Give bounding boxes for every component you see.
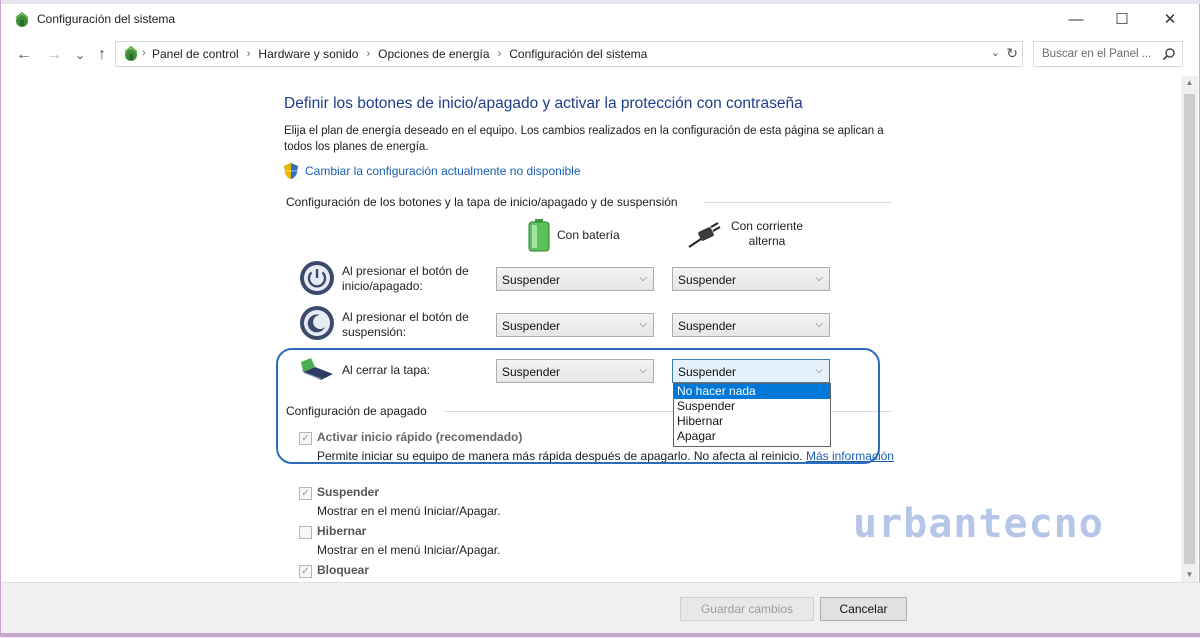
hibernate-menu-checkbox[interactable] xyxy=(299,526,312,539)
cancel-button[interactable]: Cancelar xyxy=(820,597,907,621)
address-bar[interactable]: › Panel de control › Hardware y sonido ›… xyxy=(115,41,1023,67)
forward-button[interactable]: → xyxy=(43,44,65,66)
close-lid-ac-dropdown-list[interactable]: No hacer nada Suspender Hibernar Apagar xyxy=(673,383,831,447)
divider xyxy=(704,202,892,203)
sleep-button-battery-select[interactable]: Suspender ⌵ xyxy=(496,313,654,337)
maximize-icon: ☐ xyxy=(1115,11,1129,28)
breadcrumb-item[interactable]: Opciones de energía xyxy=(378,47,489,61)
dropdown-option[interactable]: No hacer nada xyxy=(674,384,830,399)
arrow-left-icon: ← xyxy=(16,46,32,63)
power-button-icon xyxy=(300,261,334,295)
recent-locations-button[interactable]: ⌄ xyxy=(69,44,91,66)
chevron-down-icon[interactable]: ⌄ xyxy=(991,46,1000,59)
scroll-down-icon[interactable]: ▼ xyxy=(1181,568,1198,582)
select-value: Suspender xyxy=(502,273,561,287)
chevron-right-icon: › xyxy=(142,47,146,59)
chevron-right-icon: › xyxy=(246,48,251,60)
search-icon[interactable] xyxy=(1162,47,1176,61)
lock-menu-checkbox[interactable]: ✓ xyxy=(299,565,312,578)
check-icon: ✓ xyxy=(301,488,310,499)
control-panel-icon xyxy=(15,11,29,27)
lock-menu-label: Bloquear xyxy=(317,563,370,577)
chevron-right-icon: › xyxy=(366,48,371,60)
check-icon: ✓ xyxy=(301,566,310,577)
battery-icon xyxy=(528,219,550,252)
column-ac: Con corriente alterna xyxy=(730,219,804,248)
minimize-icon: — xyxy=(1068,10,1084,28)
scroll-up-icon[interactable]: ▲ xyxy=(1181,76,1198,90)
chevron-down-icon: ⌵ xyxy=(639,273,647,284)
arrow-right-icon: → xyxy=(46,46,62,63)
chevron-down-icon: ⌵ xyxy=(639,319,647,330)
hibernate-menu-label: Hibernar xyxy=(317,524,367,538)
control-panel-icon xyxy=(124,45,138,61)
search-placeholder: Buscar en el Panel ... xyxy=(1042,48,1152,60)
dropdown-option[interactable]: Hibernar xyxy=(674,414,830,429)
search-input[interactable]: Buscar en el Panel ... xyxy=(1033,41,1183,67)
refresh-icon[interactable]: ↻ xyxy=(1006,45,1018,62)
footer-bar: Guardar cambios Cancelar xyxy=(1,582,1200,638)
chevron-down-icon: ⌵ xyxy=(815,319,823,330)
dropdown-option[interactable]: Apagar xyxy=(674,429,830,444)
page-description: Elija el plan de energía deseado en el e… xyxy=(284,125,884,153)
breadcrumb-item[interactable]: Hardware y sonido xyxy=(258,47,358,61)
sleep-button-ac-select[interactable]: Suspender ⌵ xyxy=(672,313,830,337)
chevron-right-icon: › xyxy=(497,48,502,60)
row-label-power-button: Al presionar el botón de inicio/apagado: xyxy=(342,264,469,293)
arrow-up-icon: ↑ xyxy=(98,46,106,63)
up-button[interactable]: ↑ xyxy=(91,44,113,66)
save-changes-button[interactable]: Guardar cambios xyxy=(680,597,814,621)
chevron-down-icon: ⌄ xyxy=(74,48,86,62)
back-button[interactable]: ← xyxy=(13,44,35,66)
power-button-ac-select[interactable]: Suspender ⌵ xyxy=(672,267,830,291)
vertical-scrollbar[interactable]: ▲ ▼ xyxy=(1181,76,1198,582)
maximize-button[interactable]: ☐ xyxy=(1099,4,1145,34)
row-label-sleep-button: Al presionar el botón de suspensión: xyxy=(342,310,469,339)
title-bar: Configuración del sistema — ☐ ✕ xyxy=(1,4,1200,36)
scrollbar-thumb[interactable] xyxy=(1184,94,1195,564)
shield-icon xyxy=(284,163,298,179)
window-title: Configuración del sistema xyxy=(37,12,176,26)
breadcrumb-item[interactable]: Panel de control xyxy=(152,47,239,61)
power-button-battery-select[interactable]: Suspender ⌵ xyxy=(496,267,654,291)
select-value: Suspender xyxy=(678,273,737,287)
close-icon: ✕ xyxy=(1163,11,1177,28)
column-battery: Con batería xyxy=(557,228,620,242)
section-buttons-title: Configuración de los botones y la tapa d… xyxy=(286,195,678,209)
close-button[interactable]: ✕ xyxy=(1147,4,1193,34)
chevron-down-icon: ⌵ xyxy=(815,273,823,284)
select-value: Suspender xyxy=(502,319,561,333)
main-content: Definir los botones de inicio/apagado y … xyxy=(1,76,1200,588)
watermark: urbantecno xyxy=(853,501,1104,547)
breadcrumb-item[interactable]: Configuración del sistema xyxy=(509,47,647,61)
address-row: ← → ⌄ ↑ › Panel de control › Hardware y … xyxy=(1,38,1200,72)
breadcrumb: Panel de control › Hardware y sonido › O… xyxy=(152,47,647,61)
window: Configuración del sistema — ☐ ✕ ← → ⌄ ↑ … xyxy=(0,0,1200,638)
change-settings-link[interactable]: Cambiar la configuración actualmente no … xyxy=(305,164,581,178)
select-value: Suspender xyxy=(678,319,737,333)
sleep-menu-checkbox[interactable]: ✓ xyxy=(299,487,312,500)
bottom-border xyxy=(1,633,1200,637)
hibernate-menu-description: Mostrar en el menú Iniciar/Apagar. xyxy=(317,543,501,557)
page-title: Definir los botones de inicio/apagado y … xyxy=(284,95,803,112)
minimize-button[interactable]: — xyxy=(1053,4,1099,34)
sleep-button-icon xyxy=(300,306,334,340)
sleep-menu-description: Mostrar en el menú Iniciar/Apagar. xyxy=(317,504,501,518)
power-plug-icon xyxy=(688,222,721,248)
dropdown-option[interactable]: Suspender xyxy=(674,399,830,414)
sleep-menu-label: Suspender xyxy=(317,485,380,499)
